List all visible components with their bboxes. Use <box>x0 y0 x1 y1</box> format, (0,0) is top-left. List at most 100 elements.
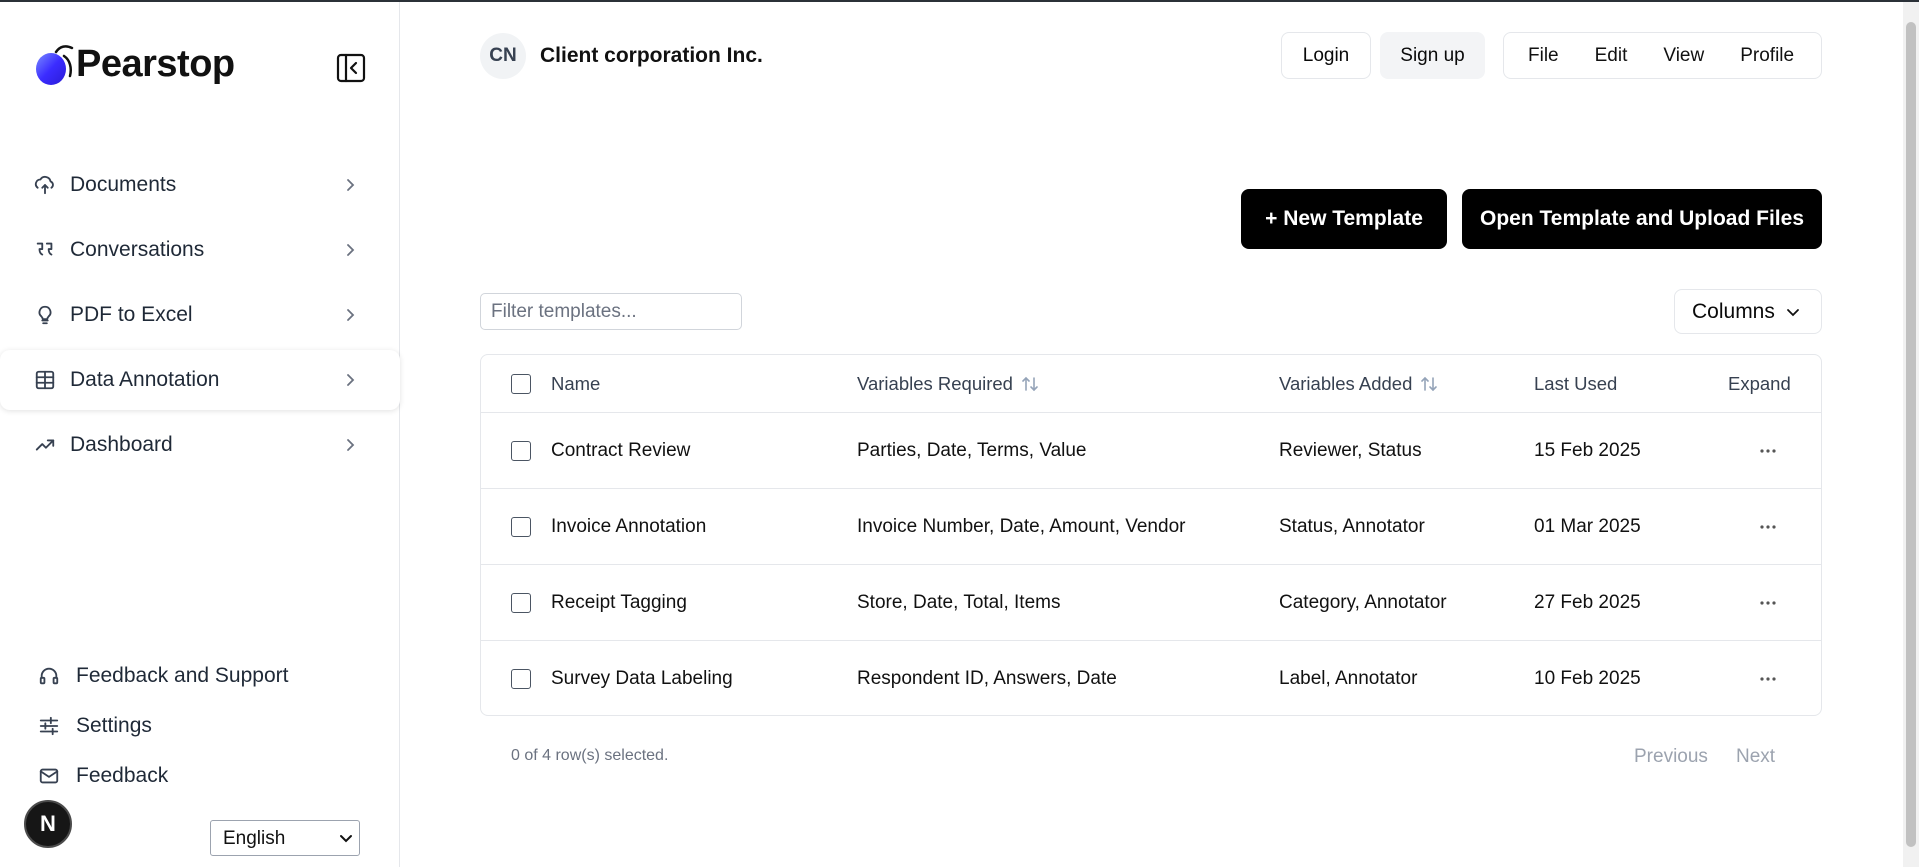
brand-name: Pearstop <box>76 42 235 85</box>
table-grid-icon <box>34 369 56 391</box>
lightbulb-icon <box>34 304 56 326</box>
bottom-link-label: Settings <box>76 714 152 737</box>
header-last-used: Last Used <box>1534 372 1618 394</box>
settings-link[interactable]: Settings <box>38 701 288 751</box>
cell-variables-added: Reviewer, Status <box>1279 439 1422 461</box>
menubar: File Edit View Profile <box>1503 32 1822 79</box>
new-template-button[interactable]: + New Template <box>1241 189 1447 249</box>
menu-view[interactable]: View <box>1645 45 1722 67</box>
header-variables-added[interactable]: Variables Added <box>1279 355 1438 412</box>
cell-last-used: 15 Feb 2025 <box>1534 439 1641 461</box>
feedback-link[interactable]: Feedback <box>38 751 288 801</box>
row-actions-cell <box>1753 565 1783 640</box>
sidebar-nav: Documents Conversations PDF to Excel Dat… <box>0 155 400 480</box>
chevron-right-icon <box>347 439 355 451</box>
cell-variables-required: Store, Date, Total, Items <box>857 591 1061 613</box>
table-row[interactable]: Receipt Tagging Store, Date, Total, Item… <box>481 564 1821 640</box>
table-row[interactable]: Invoice Annotation Invoice Number, Date,… <box>481 488 1821 564</box>
selection-status: 0 of 4 row(s) selected. <box>511 747 669 764</box>
row-actions-cell <box>1753 489 1783 564</box>
row-select-cell <box>511 641 531 715</box>
sidebar-item-data-annotation[interactable]: Data Annotation <box>0 350 400 410</box>
row-select-cell <box>511 413 531 488</box>
cloud-upload-icon <box>34 174 56 196</box>
sliders-icon <box>38 715 60 737</box>
more-actions-icon[interactable] <box>1753 441 1783 461</box>
cell-variables-added: Label, Annotator <box>1279 667 1418 689</box>
chevron-right-icon <box>347 244 355 256</box>
columns-button[interactable]: Columns <box>1674 289 1822 334</box>
filter-templates-input[interactable] <box>480 293 742 330</box>
feedback-and-support-link[interactable]: Feedback and Support <box>38 651 288 701</box>
scrollbar-thumb[interactable] <box>1906 22 1916 847</box>
sidebar-item-label: Dashboard <box>70 433 173 456</box>
sidebar-item-label: Data Annotation <box>70 368 220 391</box>
sidebar-item-label: PDF to Excel <box>70 303 193 326</box>
sidebar-item-label: Conversations <box>70 238 205 261</box>
sidebar-item-documents[interactable]: Documents <box>0 155 400 215</box>
row-actions-cell <box>1753 413 1783 488</box>
more-actions-icon[interactable] <box>1753 517 1783 537</box>
language-select[interactable]: English <box>210 820 360 856</box>
org-name: Client corporation Inc. <box>540 44 763 67</box>
table-row[interactable]: Survey Data Labeling Respondent ID, Answ… <box>481 640 1821 715</box>
previous-page-button[interactable]: Previous <box>1634 746 1708 768</box>
cell-variables-required: Respondent ID, Answers, Date <box>857 667 1117 689</box>
row-checkbox[interactable] <box>511 668 531 689</box>
row-checkbox[interactable] <box>511 440 531 461</box>
cell-name: Contract Review <box>551 439 691 461</box>
select-all-checkbox[interactable] <box>511 373 531 394</box>
bottom-link-label: Feedback and Support <box>76 664 289 687</box>
select-all-cell <box>511 355 531 412</box>
collapse-sidebar-icon[interactable] <box>336 53 366 83</box>
sort-icon <box>1022 376 1038 391</box>
mail-icon <box>38 765 60 787</box>
headphones-icon <box>38 665 60 687</box>
brand-logo[interactable]: Pearstop <box>34 42 235 86</box>
next-page-button[interactable]: Next <box>1736 746 1775 768</box>
login-button[interactable]: Login <box>1281 32 1371 79</box>
more-actions-icon[interactable] <box>1753 669 1783 689</box>
cell-name: Survey Data Labeling <box>551 667 733 689</box>
n-badge[interactable]: N <box>24 800 72 848</box>
cell-name: Invoice Annotation <box>551 515 707 537</box>
header-variables-required[interactable]: Variables Required <box>857 355 1039 412</box>
cell-variables-required: Invoice Number, Date, Amount, Vendor <box>857 515 1186 537</box>
cell-variables-added: Status, Annotator <box>1279 515 1425 537</box>
cell-variables-required: Parties, Date, Terms, Value <box>857 439 1087 461</box>
cell-last-used: 27 Feb 2025 <box>1534 591 1641 613</box>
chevron-right-icon <box>347 309 355 321</box>
sort-icon <box>1421 376 1438 391</box>
sidebar: Pearstop Documents Conversations PDF to … <box>0 2 400 867</box>
header-name[interactable]: Name <box>551 355 600 412</box>
open-template-upload-button[interactable]: Open Template and Upload Files <box>1462 189 1822 249</box>
quote-icon <box>34 239 56 261</box>
cell-name: Receipt Tagging <box>551 591 687 613</box>
table-header-row: Name Variables Required Variables Added … <box>481 355 1821 412</box>
table-row[interactable]: Contract Review Parties, Date, Terms, Va… <box>481 412 1821 488</box>
header-expand: Expand <box>1728 372 1791 394</box>
sidebar-item-pdf-to-excel[interactable]: PDF to Excel <box>0 285 400 345</box>
chevron-right-icon <box>347 374 355 386</box>
row-select-cell <box>511 565 531 640</box>
chevron-down-icon <box>1786 308 1799 316</box>
menu-file[interactable]: File <box>1510 45 1577 67</box>
row-checkbox[interactable] <box>511 592 531 613</box>
menu-edit[interactable]: Edit <box>1577 45 1646 67</box>
avatar[interactable]: CN <box>480 33 526 79</box>
bottom-link-label: Feedback <box>76 764 169 787</box>
menu-profile[interactable]: Profile <box>1722 45 1812 67</box>
row-checkbox[interactable] <box>511 516 531 537</box>
more-actions-icon[interactable] <box>1753 593 1783 613</box>
pear-logo-icon <box>34 42 74 86</box>
sidebar-item-dashboard[interactable]: Dashboard <box>0 415 400 475</box>
row-select-cell <box>511 489 531 564</box>
templates-table: Name Variables Required Variables Added … <box>480 354 1822 716</box>
sidebar-item-conversations[interactable]: Conversations <box>0 220 400 280</box>
signup-button[interactable]: Sign up <box>1380 32 1485 79</box>
row-actions-cell <box>1753 641 1783 715</box>
sidebar-bottom-links: Feedback and Support Settings Feedback <box>38 651 288 801</box>
header-label: Variables Added <box>1279 372 1413 394</box>
trending-up-icon <box>34 434 56 456</box>
header-label: Variables Required <box>857 372 1013 394</box>
